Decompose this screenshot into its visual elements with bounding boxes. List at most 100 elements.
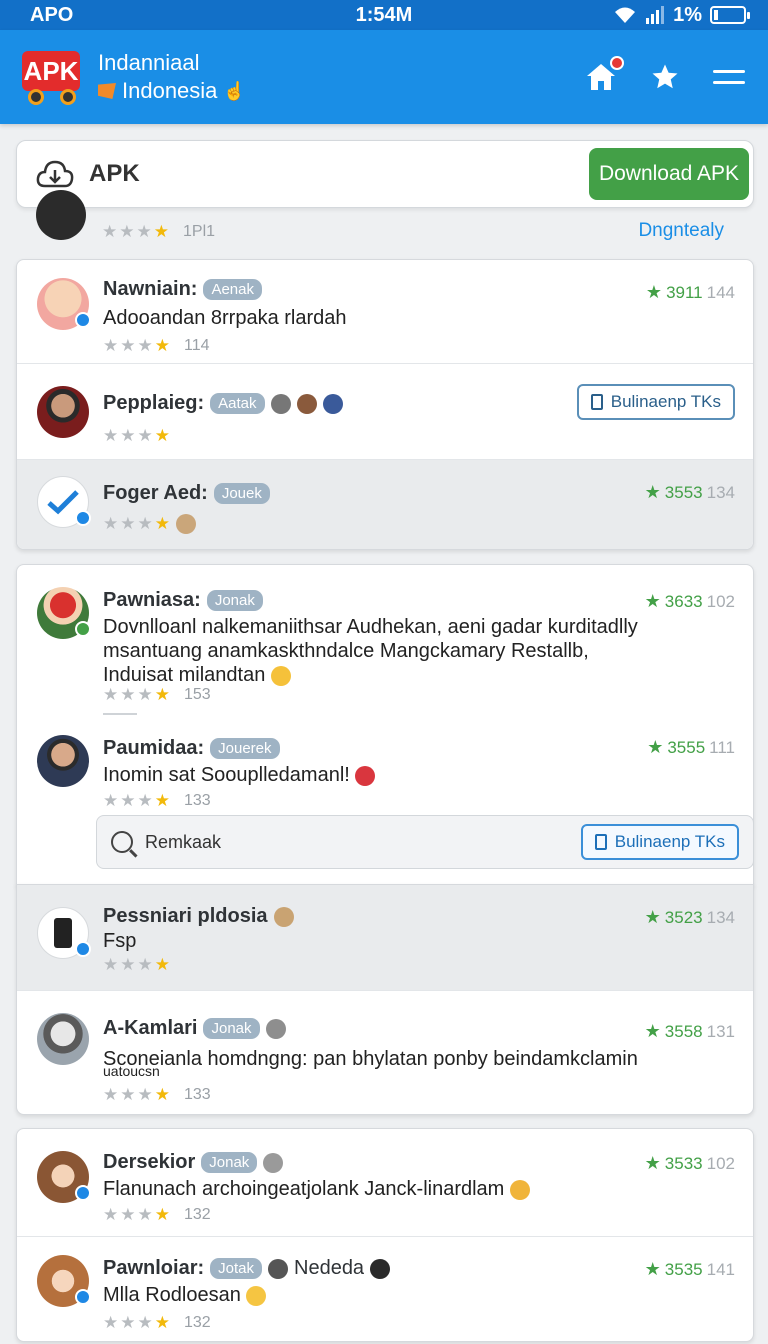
notification-dot	[610, 56, 624, 70]
favorites-button[interactable]	[648, 60, 682, 94]
emoji-icon	[246, 1285, 267, 1306]
star-icon: ★	[644, 1259, 661, 1279]
tag-chip: Jonak	[203, 1018, 260, 1039]
review-text: Dovnlloanl nalkemaniithsar Audhekan, aen…	[103, 616, 638, 686]
reviewer-name: Foger Aed: Jouek	[103, 482, 270, 505]
verified-badge-icon	[75, 1289, 91, 1305]
avatar	[37, 1255, 91, 1307]
verified-badge-icon	[75, 621, 91, 637]
download-apk-button[interactable]: Download APK	[589, 148, 749, 200]
action-button[interactable]: Bulinaenp TKs	[580, 824, 739, 860]
list-item[interactable]: Dersekior Jonak Flanunach archoingeatjola…	[17, 1129, 753, 1237]
list-item[interactable]: A-Kamlari Jonak Sconeianla homdngng: pan …	[17, 991, 753, 1114]
reviewer-name: Nawniain: Aenak	[103, 278, 262, 301]
app-subtitle: Indonesia	[122, 78, 218, 103]
review-card: Pessniari pldosia Fsp ★ ★ ★ ★ ★ 3523 134 A-Ka…	[16, 884, 754, 1115]
review-text: Fsp	[103, 930, 137, 952]
tag-chip: Jotak	[210, 1258, 262, 1279]
menu-icon	[713, 70, 745, 84]
star-rating: ★ ★ ★ ★	[103, 514, 196, 534]
star-rating: ★ ★ ★ ★ 153	[103, 685, 211, 704]
app-title: Indanniaal	[98, 50, 200, 75]
extra-name: Nededa	[294, 1257, 365, 1279]
mini-avatar	[265, 1018, 286, 1039]
tag-chip: Aatak	[210, 393, 265, 414]
mini-avatar	[370, 1258, 391, 1279]
mini-avatar	[268, 1258, 288, 1279]
app-header: APK Indanniaal Indonesia ☝	[0, 30, 768, 124]
search-bar[interactable]: Remkaak Bulinaenp TKs	[96, 815, 754, 869]
score: ★ 3533 102	[644, 1153, 735, 1173]
reviewer-name: A-Kamlari Jonak	[103, 1017, 286, 1040]
review-card: Nawniain: Aenak Adooandan 8rrpaka rlardah…	[16, 259, 754, 550]
mini-avatar	[273, 906, 294, 927]
wifi-icon	[615, 7, 636, 23]
star-icon	[652, 64, 678, 89]
review-text: Adooandan 8rrpaka rlardah	[103, 307, 347, 329]
list-item[interactable]: Paumidaa: Jouerek Inomin sat Soouplledama…	[17, 719, 753, 815]
apk-download-bar: APK Download APK	[16, 140, 754, 208]
thumb-icon: ☝	[223, 81, 246, 101]
rating-count: 132	[184, 1206, 211, 1223]
star-icon: ★	[645, 282, 663, 302]
reviewer-name: Pawniasa: Jonak	[103, 589, 263, 612]
logo-wheel-icon	[28, 89, 44, 105]
avatar	[36, 190, 86, 240]
star-rating: ★ ★ ★ ★ 132	[103, 1313, 211, 1332]
verified-badge-icon	[75, 510, 91, 526]
list-item[interactable]: Foger Aed: Jouek ★ ★ ★ ★ ★ 3553 134	[17, 460, 753, 549]
home-button[interactable]	[584, 56, 624, 94]
star-icon: ★	[644, 907, 661, 927]
rating-count: 132	[184, 1314, 211, 1331]
rating-count: 153	[184, 686, 211, 703]
battery-icon	[710, 6, 750, 24]
app-logo[interactable]: APK	[22, 49, 84, 105]
battery-percent: 1%	[673, 3, 702, 26]
star-rating: ★ ★ ★ ★	[103, 426, 170, 445]
apk-label: APK	[89, 160, 140, 187]
rating-count: 1Pl1	[183, 223, 216, 240]
score: ★ 3911 144	[645, 282, 735, 302]
list-item[interactable]: Pepplaieg: Aatak ★ ★ ★ ★ Bulinaenp TKs	[17, 364, 753, 460]
star-rating: ★ ★ ★ ★ 132	[103, 1205, 211, 1224]
tag-chip: Jonak	[206, 590, 263, 611]
mini-avatar	[296, 393, 317, 414]
partial-list-item: ★ ★ ★ ★ 1Pl1 Dngntealy	[16, 190, 754, 256]
review-card: Dersekior Jonak Flanunach archoingeatjola…	[16, 1128, 754, 1342]
star-icon: ★	[644, 482, 661, 502]
avatar	[37, 278, 91, 330]
rating-count: 133	[184, 1086, 211, 1103]
avatar	[37, 907, 91, 959]
battery-fill	[714, 10, 718, 20]
menu-button[interactable]	[712, 60, 746, 94]
logo-wheel-icon	[60, 89, 76, 105]
search-input[interactable]: Remkaak	[145, 832, 221, 853]
action-button[interactable]: Bulinaenp TKs	[576, 384, 735, 420]
star-icon: ★	[644, 1021, 661, 1041]
tag-chip: Jouek	[213, 483, 270, 504]
brand: Indanniaal Indonesia ☝	[98, 49, 246, 105]
more-link[interactable]: Dngntealy	[638, 220, 724, 242]
tag-chip: Jouerek	[210, 738, 280, 759]
avatar	[37, 1151, 91, 1203]
star-icon: ★	[644, 591, 661, 611]
app-subtitle-wrap: Indonesia ☝	[98, 77, 246, 105]
star-rating: ★ ★ ★ ★ 1Pl1	[102, 222, 216, 241]
avatar	[37, 735, 89, 787]
phone-icon	[54, 918, 72, 948]
list-item[interactable]: Pessniari pldosia Fsp ★ ★ ★ ★ ★ 3523 134	[17, 885, 753, 991]
status-bar: APO 1:54M 1%	[0, 0, 768, 30]
star-rating: ★ ★ ★ ★	[103, 955, 170, 974]
star-icon: ★	[647, 737, 664, 757]
reviewer-name: Pawnloiar: Jotak Nededa	[103, 1257, 391, 1280]
verified-badge-icon	[75, 312, 91, 328]
verified-badge-icon	[75, 941, 91, 957]
flag-icon	[98, 83, 116, 99]
list-item[interactable]: Pawniasa: Jonak Dovnlloanl nalkemaniithsa…	[17, 565, 753, 719]
list-item[interactable]: Pawnloiar: Jotak Nededa Mlla Rodloesan ★ ★ ★…	[17, 1237, 753, 1341]
list-item[interactable]: Nawniain: Aenak Adooandan 8rrpaka rlardah…	[17, 260, 753, 364]
avatar	[37, 476, 91, 528]
score: ★ 3555 111	[647, 737, 735, 757]
score: ★ 3633 102	[644, 591, 735, 611]
star-rating: ★ ★ ★ ★ 133	[103, 791, 211, 810]
